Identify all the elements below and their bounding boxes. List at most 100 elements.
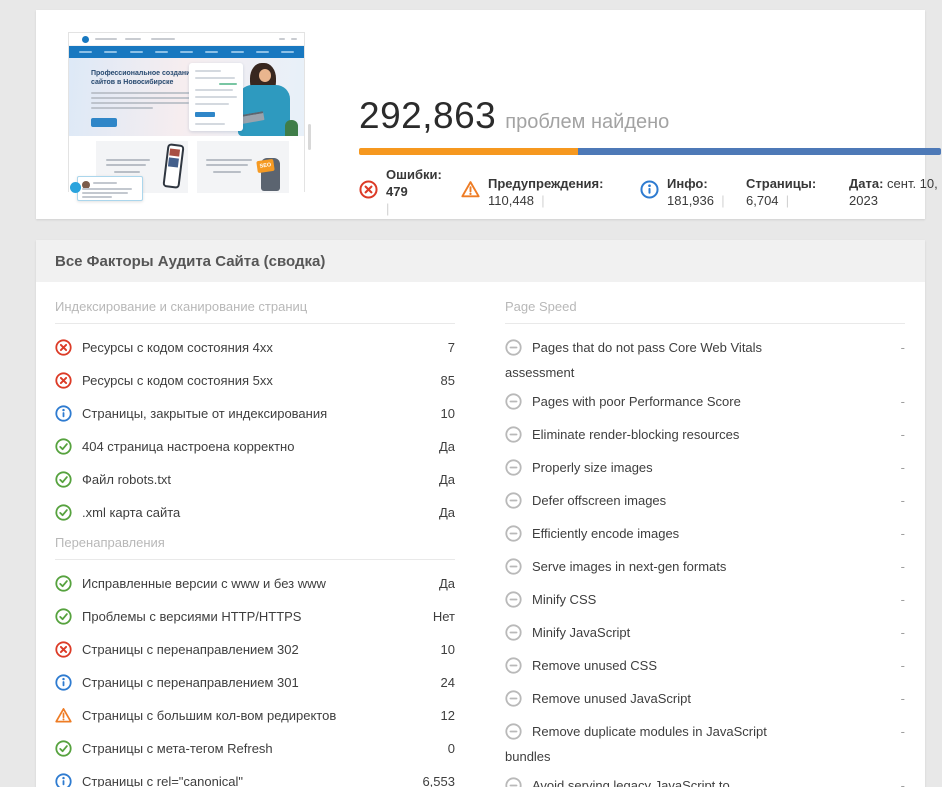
neutral-icon (505, 525, 522, 548)
row-value: 85 (431, 370, 455, 391)
row-value: - (891, 391, 905, 412)
issues-caption: проблем найдено (505, 111, 669, 133)
row-label: Properly size images (505, 457, 777, 482)
row-value: - (891, 337, 905, 358)
stat-value: 110,448 | (488, 192, 603, 209)
audit-row[interactable]: Remove unused JavaScript- (505, 688, 905, 713)
audit-row[interactable]: Eliminate render-blocking resources - (505, 424, 905, 449)
audit-factors-card: Все Факторы Аудита Сайта (сводка) Индекс… (36, 240, 925, 787)
row-value: 6,553 (412, 771, 455, 787)
row-label-text: Ресурсы с кодом состояния 5xx (82, 373, 273, 388)
stat-дата: Дата: сент. 10, 2023 (849, 166, 941, 217)
audit-row[interactable]: Avoid serving legacy JavaScript to moder… (505, 775, 905, 787)
audit-row[interactable]: Minify CSS - (505, 589, 905, 614)
audit-row[interactable]: Remove duplicate modules in JavaScript b… (505, 721, 905, 767)
row-label: Pages with poor Performance Score (505, 391, 777, 416)
row-label: Страницы, закрытые от индексирования (55, 403, 355, 428)
row-value: - (891, 424, 905, 445)
audit-column-right: Page Speed Pages that do not pass Core We… (505, 299, 905, 787)
row-value: - (891, 490, 905, 511)
row-label-text: Ресурсы с кодом состояния 4xx (82, 340, 273, 355)
audit-row[interactable]: .xml карта сайта Да (55, 502, 455, 527)
issues-distribution-bar (359, 148, 941, 155)
bar-warnings-segment (359, 148, 578, 155)
row-label: Eliminate render-blocking resources (505, 424, 777, 449)
row-value: Да (429, 469, 455, 490)
row-label: .xml карта сайта (55, 502, 355, 527)
row-label-text: Efficiently encode images (532, 526, 679, 541)
thumb-site-navbar (69, 46, 304, 58)
info-icon (640, 180, 659, 204)
info-icon (55, 773, 72, 787)
section-title: Перенаправления (55, 535, 455, 560)
audit-row[interactable]: Страницы с перенаправлением 301 24 (55, 672, 455, 697)
row-label: Страницы с мета-тегом Refresh (55, 738, 355, 763)
audit-column-left: Индексирование и сканирование страницРес… (55, 299, 455, 787)
row-value: - (891, 688, 905, 709)
row-value: 10 (431, 403, 455, 424)
row-label: Minify CSS (505, 589, 777, 614)
audit-row[interactable]: Remove unused CSS- (505, 655, 905, 680)
row-value: 7 (438, 337, 455, 358)
stat-label-value: Дата: сент. 10, 2023 (849, 175, 941, 209)
row-label: Страницы с перенаправлением 301 (55, 672, 355, 697)
audit-row[interactable]: Serve images in next-gen formats- (505, 556, 905, 581)
section-title: Page Speed (505, 299, 905, 324)
issues-total: 292,863 (359, 95, 496, 136)
row-label: Efficiently encode images (505, 523, 777, 548)
audit-row[interactable]: Ресурсы с кодом состояния 4xx 7 (55, 337, 455, 362)
error-icon (55, 641, 72, 664)
audit-row[interactable]: Проблемы с версиями HTTP/HTTPSНет (55, 606, 455, 631)
row-label: Remove unused CSS (505, 655, 777, 680)
audit-row[interactable]: Efficiently encode images- (505, 523, 905, 548)
row-value: 0 (438, 738, 455, 759)
audit-columns: Индексирование и сканирование страницРес… (36, 282, 925, 787)
stat-label: Страницы: (746, 175, 816, 192)
stat-страницы: Страницы:6,704 | (746, 166, 849, 217)
overview-stats-row: Ошибки: 479|Предупреждения:110,448 |Инфо… (359, 166, 941, 217)
audit-row[interactable]: Страницы с мета-тегом Refresh 0 (55, 738, 455, 763)
row-label-text: Страницы с большим кол-вом редиректов (82, 708, 336, 723)
error-icon (55, 339, 72, 362)
row-label-text: 404 страница настроена корректно (82, 439, 294, 454)
audit-row[interactable]: Страницы, закрытые от индексирования 10 (55, 403, 455, 428)
thumb-site-logo (82, 36, 89, 43)
audit-row[interactable]: Pages that do not pass Core Web Vitals a… (505, 337, 905, 383)
row-label: Ресурсы с кодом состояния 4xx (55, 337, 355, 362)
row-value: 24 (431, 672, 455, 693)
thumb-card-seo: SEO (197, 141, 289, 193)
info-icon (55, 405, 72, 428)
neutral-icon (505, 624, 522, 647)
row-value: 12 (431, 705, 455, 726)
audit-row[interactable]: Страницы с большим кол-вом редиректов 12 (55, 705, 455, 730)
stat-text: Ошибки: 479| (386, 166, 461, 217)
audit-row[interactable]: Ресурсы с кодом состояния 5xx 85 (55, 370, 455, 395)
thumb-robot-figure: SEO (261, 158, 280, 191)
row-value: Да (429, 436, 455, 457)
neutral-icon (505, 777, 522, 787)
thumb-hero-button (91, 118, 117, 127)
audit-row[interactable]: 404 страница настроена корректно Да (55, 436, 455, 461)
neutral-icon (505, 657, 522, 680)
audit-row[interactable]: Страницы с rel="canonical"6,553 (55, 771, 455, 787)
row-value: - (891, 556, 905, 577)
audit-row[interactable]: Defer offscreen images- (505, 490, 905, 515)
row-label-text: Eliminate render-blocking resources (532, 427, 739, 442)
audit-report-page: Профессиональное создание сайтов в Новос… (0, 0, 942, 787)
row-label-text: Исправленные версии с www и без www (82, 576, 326, 591)
audit-row[interactable]: Файл robots.txt Да (55, 469, 455, 494)
audit-row[interactable]: Pages with poor Performance Score - (505, 391, 905, 416)
audit-row[interactable]: Страницы с перенаправлением 30210 (55, 639, 455, 664)
audit-row[interactable]: Properly size images- (505, 457, 905, 482)
row-value: Да (429, 502, 455, 523)
row-label-text: Файл robots.txt (82, 472, 171, 487)
row-label: Исправленные версии с www и без www (55, 573, 355, 598)
success-icon (55, 608, 72, 631)
audit-row[interactable]: Minify JavaScript- (505, 622, 905, 647)
audit-row[interactable]: Исправленные версии с www и без wwwДа (55, 573, 455, 598)
row-label: Remove duplicate modules in JavaScript b… (505, 721, 777, 767)
row-label-text: Minify CSS (532, 592, 596, 607)
row-label: Проблемы с версиями HTTP/HTTPS (55, 606, 355, 631)
row-value: - (891, 589, 905, 610)
row-value: - (891, 622, 905, 643)
